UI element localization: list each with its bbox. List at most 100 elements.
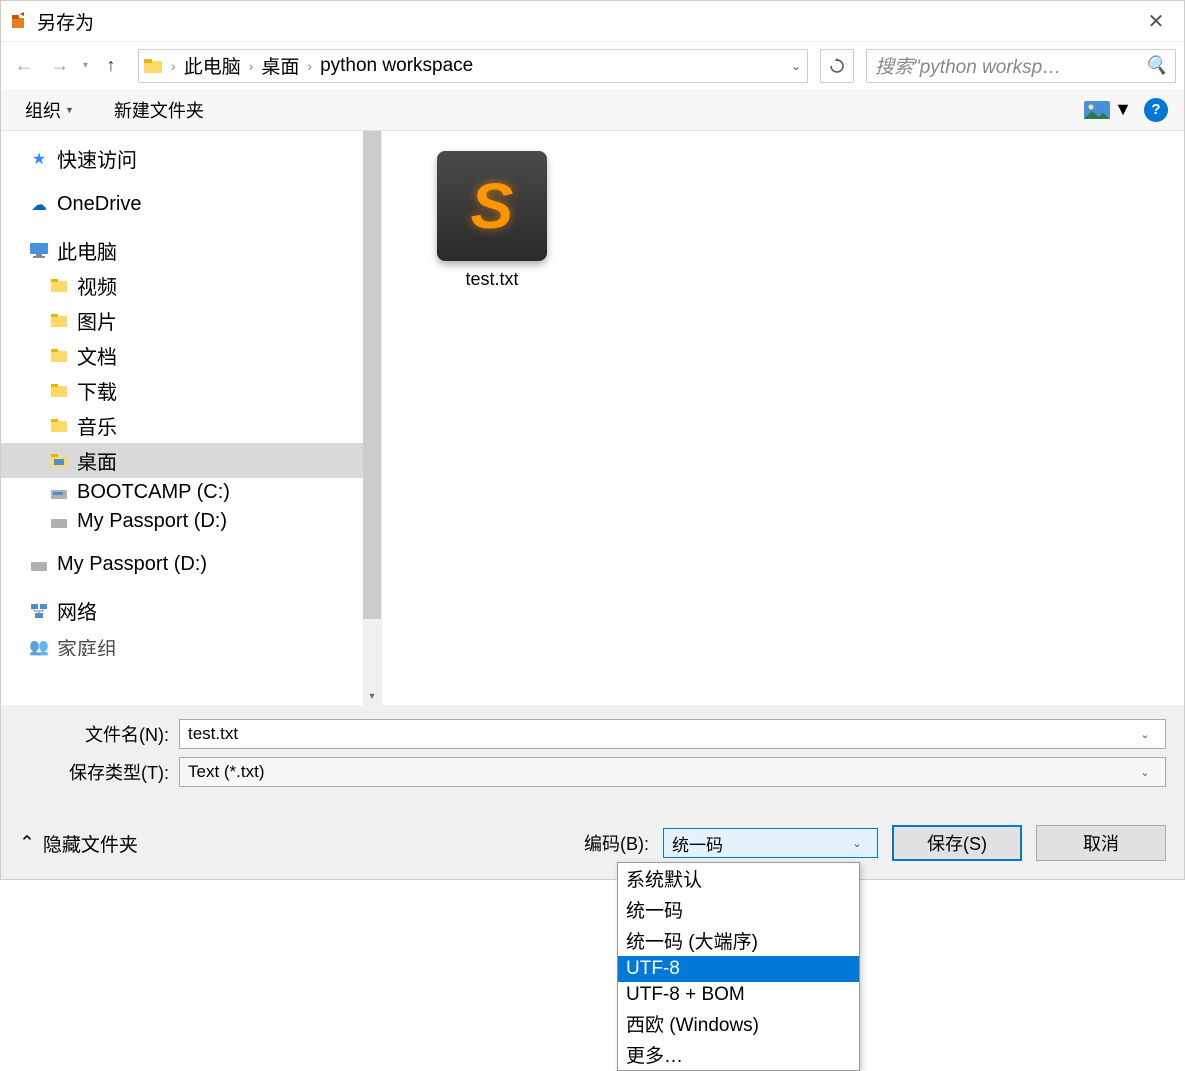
sidebar-item-desktop[interactable]: 桌面 <box>1 443 381 478</box>
refresh-button[interactable] <box>820 49 854 83</box>
chevron-right-icon: › <box>167 58 180 74</box>
forward-button[interactable]: → <box>45 51 75 81</box>
button-label: 保存(S) <box>927 830 987 856</box>
sidebar-item-label: 文档 <box>77 341 117 370</box>
chevron-right-icon: › <box>303 58 316 74</box>
dropdown-option[interactable]: 更多… <box>618 1039 859 1070</box>
drive-icon <box>49 483 69 503</box>
toolbar-label: 组织 <box>25 97 61 123</box>
sidebar-item-pictures[interactable]: 图片 <box>1 303 381 338</box>
dropdown-option[interactable]: UTF-8 <box>618 956 859 982</box>
window-title: 另存为 <box>37 8 1136 35</box>
chevron-down-icon[interactable]: ⌄ <box>1133 728 1157 741</box>
hide-folders-toggle[interactable]: ⌃ 隐藏文件夹 <box>19 830 138 857</box>
folder-icon <box>49 311 69 331</box>
folder-icon <box>49 346 69 366</box>
file-label: test.txt <box>465 269 518 290</box>
star-icon: ★ <box>29 149 49 169</box>
scrollbar-thumb[interactable] <box>363 131 381 619</box>
sidebar-item-onedrive[interactable]: ☁ OneDrive <box>1 190 381 219</box>
footer: ⌃ 隐藏文件夹 编码(B): 统一码 ⌄ 保存(S) 取消 <box>1 795 1184 879</box>
breadcrumb-item[interactable]: python workspace <box>316 55 477 77</box>
sidebar: ★ 快速访问 ☁ OneDrive 此电脑 视频 图片 <box>1 131 381 705</box>
sidebar-item-homegroup[interactable]: 👥 家庭组 <box>1 638 381 656</box>
close-button[interactable]: ✕ <box>1136 5 1176 37</box>
network-icon <box>29 601 49 621</box>
titlebar: 另存为 ✕ <box>1 1 1184 41</box>
sidebar-item-documents[interactable]: 文档 <box>1 338 381 373</box>
sidebar-item-videos[interactable]: 视频 <box>1 268 381 303</box>
chevron-down-icon[interactable]: ⌄ <box>1133 766 1157 779</box>
sidebar-item-drive-d[interactable]: My Passport (D:) <box>1 507 381 536</box>
chevron-down-icon: ▼ <box>1114 99 1132 120</box>
toolbar-label: 新建文件夹 <box>114 97 204 123</box>
navbar: ← → ▾ ↑ › 此电脑 › 桌面 › python workspace ⌄ … <box>1 41 1184 89</box>
sidebar-item-label: 桌面 <box>77 446 117 475</box>
scroll-down-icon[interactable]: ▾ <box>363 687 381 705</box>
scrollbar[interactable]: ▾ <box>363 131 381 705</box>
sidebar-item-label: 下载 <box>77 376 117 405</box>
sidebar-item-drive-c[interactable]: BOOTCAMP (C:) <box>1 478 381 507</box>
button-label: 取消 <box>1083 830 1119 856</box>
dropdown-option[interactable]: UTF-8 + BOM <box>618 982 859 1008</box>
file-pane[interactable]: S test.txt <box>381 131 1184 705</box>
search-icon[interactable]: 🔍 <box>1139 55 1167 76</box>
encoding-dropdown-popup: 系统默认 统一码 统一码 (大端序) UTF-8 UTF-8 + BOM 西欧 … <box>617 862 860 1071</box>
filetype-label: 保存类型(T): <box>19 759 179 785</box>
save-button[interactable]: 保存(S) <box>892 825 1022 861</box>
breadcrumb-dropdown[interactable]: ⌄ <box>791 59 807 73</box>
help-button[interactable]: ? <box>1144 98 1168 122</box>
sidebar-item-label: 视频 <box>77 271 117 300</box>
folder-icon <box>49 381 69 401</box>
organize-button[interactable]: 组织 ▼ <box>17 93 82 127</box>
chevron-up-icon: ⌃ <box>19 832 35 855</box>
search-input[interactable]: 搜索"python worksp… 🔍 <box>866 49 1176 83</box>
dropdown-option[interactable]: 统一码 (大端序) <box>618 925 859 956</box>
breadcrumb-item[interactable]: 桌面 <box>257 52 303 79</box>
breadcrumb-item[interactable]: 此电脑 <box>180 52 245 79</box>
dropdown-option[interactable]: 系统默认 <box>618 863 859 894</box>
breadcrumb[interactable]: › 此电脑 › 桌面 › python workspace ⌄ <box>138 49 808 83</box>
sidebar-item-label: 此电脑 <box>57 236 117 265</box>
file-item[interactable]: S test.txt <box>422 151 562 290</box>
filename-input[interactable]: test.txt ⌄ <box>179 719 1166 749</box>
sidebar-item-this-pc[interactable]: 此电脑 <box>1 233 381 268</box>
sidebar-item-drive-d-ext[interactable]: My Passport (D:) <box>1 550 381 579</box>
hide-folders-label: 隐藏文件夹 <box>43 830 138 857</box>
sidebar-item-label: My Passport (D:) <box>77 510 227 533</box>
view-button[interactable]: ▼ <box>1084 99 1132 120</box>
folder-icon <box>49 416 69 436</box>
cancel-button[interactable]: 取消 <box>1036 825 1166 861</box>
sidebar-item-label: 图片 <box>77 306 117 335</box>
new-folder-button[interactable]: 新建文件夹 <box>106 93 212 127</box>
app-icon <box>9 11 29 31</box>
filetype-value: Text (*.txt) <box>188 762 1133 782</box>
folder-icon <box>139 59 167 73</box>
dropdown-option[interactable]: 西欧 (Windows) <box>618 1008 859 1039</box>
toolbar: 组织 ▼ 新建文件夹 ▼ ? <box>1 89 1184 131</box>
sidebar-item-label: 网络 <box>57 596 97 625</box>
dropdown-option[interactable]: 统一码 <box>618 894 859 925</box>
chevron-right-icon: › <box>245 58 258 74</box>
folder-icon <box>49 451 69 471</box>
picture-icon <box>1084 101 1110 119</box>
filetype-select[interactable]: Text (*.txt) ⌄ <box>179 757 1166 787</box>
encoding-label: 编码(B): <box>584 830 649 856</box>
up-button[interactable]: ↑ <box>96 51 126 81</box>
drive-icon <box>49 512 69 532</box>
encoding-value: 统一码 <box>672 831 845 856</box>
sublime-icon: S <box>437 151 547 261</box>
sidebar-item-music[interactable]: 音乐 <box>1 408 381 443</box>
back-button[interactable]: ← <box>9 51 39 81</box>
drive-icon <box>29 555 49 575</box>
chevron-down-icon[interactable]: ⌄ <box>845 837 869 850</box>
cloud-icon: ☁ <box>29 195 49 215</box>
sidebar-item-quick-access[interactable]: ★ 快速访问 <box>1 141 381 176</box>
folder-icon <box>49 276 69 296</box>
sidebar-item-downloads[interactable]: 下载 <box>1 373 381 408</box>
form-area: 文件名(N): test.txt ⌄ 保存类型(T): Text (*.txt)… <box>1 705 1184 795</box>
encoding-select[interactable]: 统一码 ⌄ <box>663 828 878 858</box>
history-dropdown[interactable]: ▾ <box>81 60 90 71</box>
filename-label: 文件名(N): <box>19 721 179 747</box>
sidebar-item-network[interactable]: 网络 <box>1 593 381 628</box>
